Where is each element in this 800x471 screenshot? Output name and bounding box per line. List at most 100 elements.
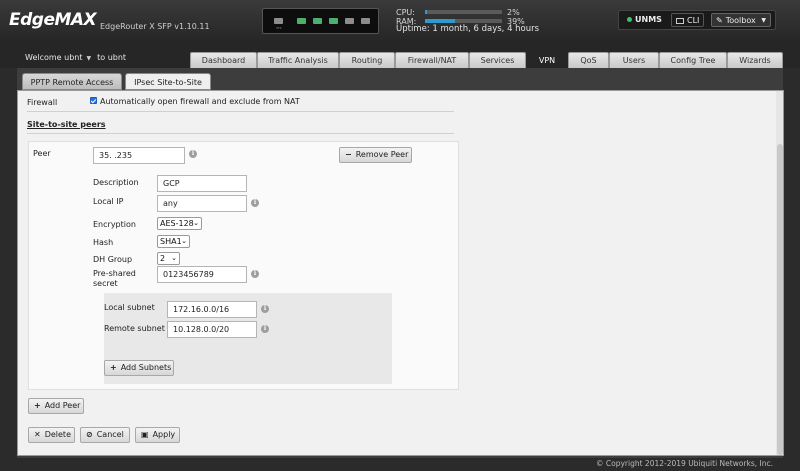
remove-peer-label: Remove Peer — [355, 150, 409, 159]
delete-button[interactable]: ✕ Delete — [28, 427, 75, 443]
info-icon[interactable]: i — [189, 150, 197, 158]
port-status-panel: SFP — [262, 8, 379, 34]
add-peer-label: Add Peer — [44, 401, 81, 410]
dh-group-label: DH Group — [93, 255, 133, 264]
tab-vpn[interactable]: VPN — [526, 52, 568, 68]
local-subnet-input[interactable]: 172.16.0.0/16 — [167, 301, 257, 318]
cpu-label: CPU: — [396, 8, 415, 17]
port-eth4 — [361, 18, 370, 24]
add-subnets-label: Add Subnets — [120, 363, 172, 372]
description-input[interactable]: GCP — [157, 175, 247, 192]
hash-select[interactable]: SHA1 ⌄ — [157, 235, 190, 248]
dh-group-select[interactable]: 2 ⌄ — [157, 252, 180, 265]
psk-label-line1: Pre-shared — [93, 269, 136, 278]
logo: EdgeMAX — [9, 10, 97, 30]
tab-traffic-analysis[interactable]: Traffic Analysis — [257, 52, 339, 68]
hash-value: SHA1 — [160, 237, 182, 246]
cli-label: CLI — [687, 16, 700, 25]
tab-qos[interactable]: QoS — [568, 52, 609, 68]
footer: © Copyright 2012-2019 Ubiquiti Networks,… — [0, 458, 800, 471]
apply-button[interactable]: ▣ Apply — [135, 427, 180, 443]
scrollbar[interactable] — [776, 91, 783, 455]
remote-subnet-input[interactable]: 10.128.0.0/20 — [167, 321, 257, 338]
save-icon: ▣ — [141, 430, 149, 439]
info-icon[interactable]: i — [261, 325, 269, 333]
port-eth1 — [313, 18, 322, 24]
info-icon[interactable]: i — [261, 305, 269, 313]
firewall-checkbox[interactable] — [90, 97, 97, 104]
product-name: EdgeRouter X SFP v1.10.11 — [100, 22, 210, 31]
site-to-site-peers-title: Site-to-site peers — [27, 120, 106, 129]
port-eth2 — [329, 18, 338, 24]
info-icon[interactable]: i — [251, 199, 259, 207]
cancel-icon: ⊘ — [86, 430, 93, 439]
cpu-stat: CPU: 2% — [396, 8, 520, 17]
unms-status-icon — [627, 17, 632, 22]
cancel-label: Cancel — [96, 430, 124, 439]
subnets-box: Local subnet 172.16.0.0/16 i Remote subn… — [104, 293, 392, 384]
close-icon: ✕ — [34, 430, 41, 439]
cancel-button[interactable]: ⊘ Cancel — [80, 427, 130, 443]
divider — [27, 133, 454, 134]
subtab-pptp-remote-access[interactable]: PPTP Remote Access — [22, 73, 122, 90]
psk-label-line2: secret — [93, 279, 118, 288]
info-icon[interactable]: i — [251, 270, 259, 278]
encryption-select[interactable]: AES-128 ⌄ — [157, 217, 202, 230]
top-bar: EdgeMAX EdgeRouter X SFP v1.10.11 SFP CP… — [0, 0, 800, 42]
wrench-icon: ✎ — [716, 16, 723, 25]
unms-button[interactable]: UNMS — [623, 13, 666, 27]
port-sfp-label: SFP — [276, 26, 282, 30]
user-link[interactable]: to ubnt — [97, 53, 126, 62]
plus-icon: + — [34, 401, 41, 410]
ram-bar-fill — [425, 19, 456, 23]
utility-toolbar: UNMS CLI ✎ Toolbox ▼ — [618, 10, 776, 30]
chevron-down-icon: ⌄ — [181, 237, 187, 245]
tab-users[interactable]: Users — [609, 52, 659, 68]
unms-label: UNMS — [635, 15, 662, 24]
port-eth3 — [345, 18, 354, 24]
subtab-ipsec-site-to-site[interactable]: IPsec Site-to-Site — [125, 73, 211, 90]
copyright: © Copyright 2012-2019 Ubiquiti Networks,… — [596, 459, 773, 468]
firewall-checkbox-label: Automatically open firewall and exclude … — [100, 97, 300, 106]
port-sfp — [274, 18, 283, 24]
chevron-down-icon: ⌄ — [193, 219, 199, 227]
chevron-down-icon: ▼ — [761, 17, 766, 24]
minus-icon: − — [345, 150, 352, 159]
scrollbar-thumb[interactable] — [777, 144, 783, 455]
uptime: Uptime: 1 month, 6 days, 4 hours — [396, 24, 540, 34]
chevron-down-icon: ▼ — [86, 55, 92, 62]
toolbox-button[interactable]: ✎ Toolbox ▼ — [711, 13, 771, 27]
tab-wizards[interactable]: Wizards — [727, 52, 783, 68]
delete-label: Delete — [44, 430, 71, 439]
local-ip-input[interactable]: any — [157, 195, 247, 212]
psk-input[interactable]: 0123456789 — [157, 266, 247, 283]
divider — [27, 111, 454, 112]
tab-config-tree[interactable]: Config Tree — [659, 52, 727, 68]
hash-label: Hash — [93, 238, 114, 247]
ram-bar — [425, 19, 502, 23]
remote-subnet-label: Remote subnet — [104, 324, 165, 333]
add-subnets-button[interactable]: + Add Subnets — [104, 360, 174, 376]
cli-button[interactable]: CLI — [671, 13, 705, 27]
dh-group-value: 2 — [160, 254, 166, 263]
peer-label: Peer — [33, 149, 51, 158]
tab-firewall-nat[interactable]: Firewall/NAT — [395, 52, 469, 68]
toolbox-label: Toolbox — [725, 16, 756, 25]
tab-dashboard[interactable]: Dashboard — [190, 52, 257, 68]
ipsec-panel: Firewall Automatically open firewall and… — [17, 90, 784, 456]
cpu-value: 2% — [507, 8, 520, 17]
tab-services[interactable]: Services — [469, 52, 526, 68]
firewall-label: Firewall — [27, 98, 58, 107]
local-ip-label: Local IP — [93, 197, 124, 206]
description-label: Description — [93, 178, 139, 187]
remove-peer-button[interactable]: − Remove Peer — [339, 147, 412, 163]
terminal-icon — [676, 18, 684, 24]
cpu-bar — [425, 10, 502, 14]
user-menu[interactable]: Welcome ubnt ▼ to ubnt — [25, 53, 126, 62]
tab-routing[interactable]: Routing — [339, 52, 395, 68]
add-peer-button[interactable]: + Add Peer — [28, 398, 84, 414]
nav-row: Welcome ubnt ▼ to ubnt Dashboard Traffic A… — [0, 42, 800, 68]
peer-input[interactable]: 35. .235 — [93, 147, 185, 164]
peer-card: Peer 35. .235 i − Remove Peer Description… — [28, 141, 459, 390]
port-eth0 — [297, 18, 306, 24]
